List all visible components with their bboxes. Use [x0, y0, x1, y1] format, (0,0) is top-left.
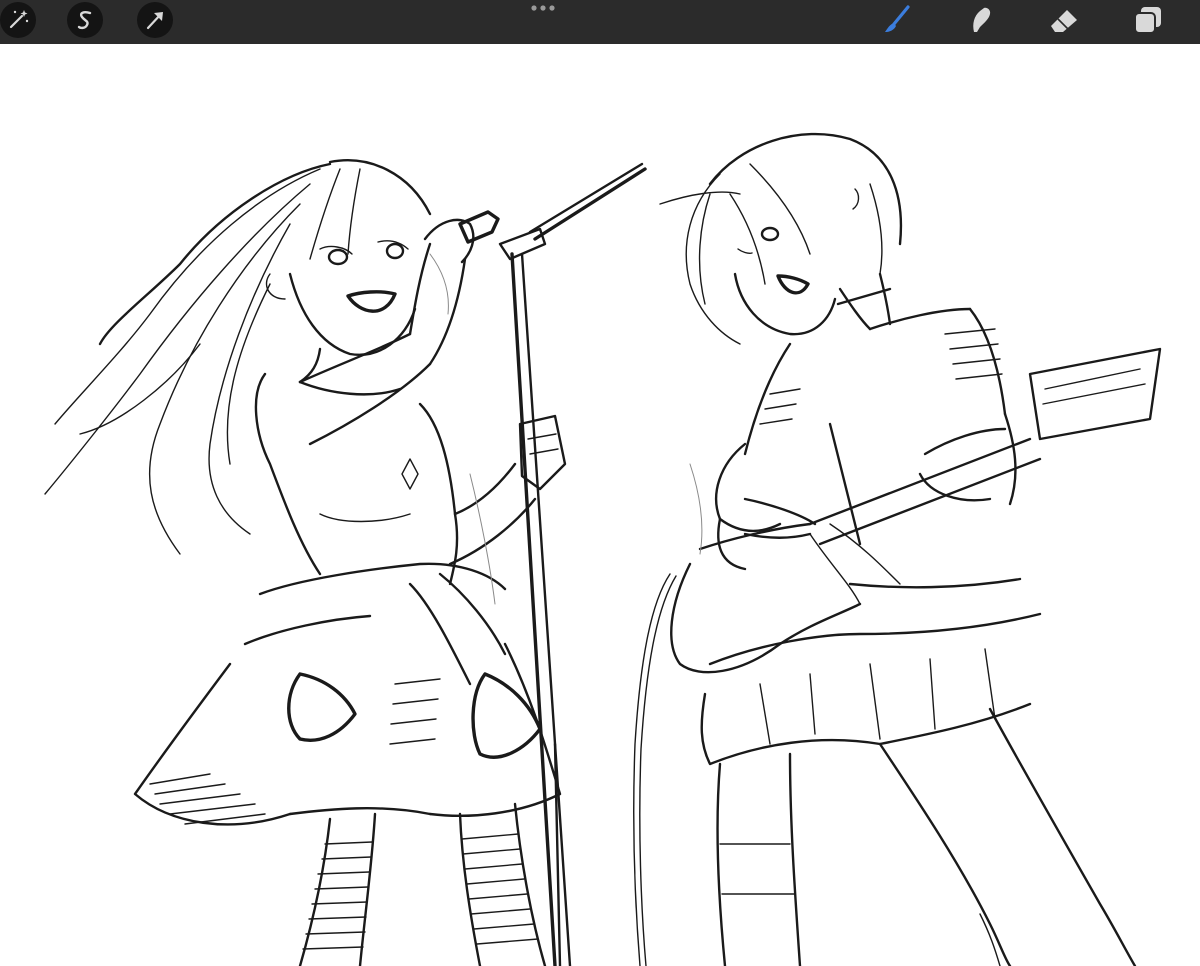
transform-arrow-icon	[146, 12, 163, 30]
adjustments-button[interactable]	[0, 2, 36, 38]
top-toolbar	[0, 0, 1200, 44]
eraser-button[interactable]	[1045, 2, 1081, 38]
smudge-button[interactable]	[962, 2, 998, 38]
brush-button[interactable]	[880, 2, 916, 38]
brush-icon	[885, 5, 910, 32]
layers-icon	[1134, 7, 1161, 34]
drawing-canvas[interactable]	[0, 44, 1200, 966]
layers-button[interactable]	[1130, 2, 1166, 38]
singer-figure	[44, 159, 567, 966]
eraser-icon	[1051, 10, 1077, 32]
smudge-icon	[973, 7, 991, 33]
microphone-stand	[498, 162, 647, 966]
selection-s-icon	[77, 11, 92, 30]
guitarist-figure	[633, 132, 1162, 966]
more-dots-icon[interactable]	[528, 3, 558, 13]
transform-button[interactable]	[137, 2, 173, 38]
sketch-artwork	[44, 132, 1162, 966]
adjustments-wand-icon	[9, 10, 29, 29]
selection-button[interactable]	[67, 2, 103, 38]
